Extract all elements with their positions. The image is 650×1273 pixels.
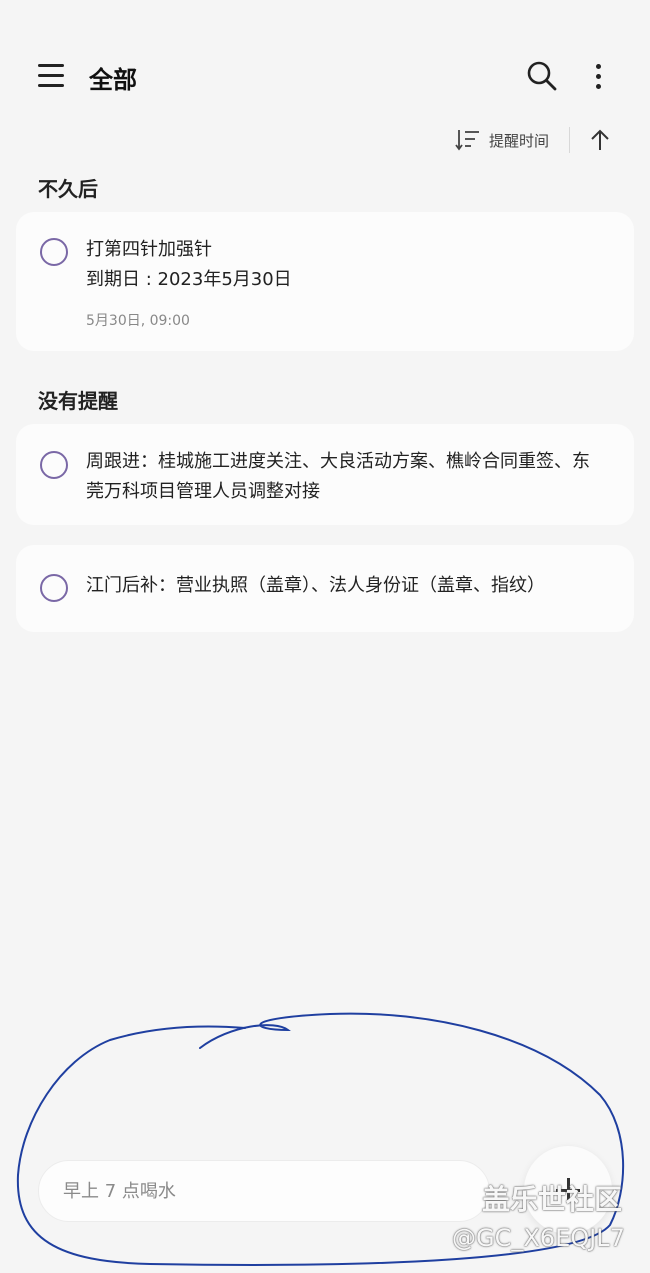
hamburger-menu-icon[interactable] [36, 62, 66, 90]
task-reminder-time: 5月30日, 09:00 [86, 313, 190, 329]
sort-by-button[interactable]: 提醒时间 [455, 126, 549, 154]
arrow-up-icon[interactable] [588, 126, 612, 154]
watermark-text: 盖乐世社区 [482, 1183, 623, 1216]
page-title: 全部 [89, 66, 137, 94]
list-item[interactable]: 打第四针加强针 到期日 : 2023年5月30日 5月30日, 09:00 [16, 212, 634, 351]
watermark-handle: @GC_X6EQJL7 [452, 1224, 625, 1252]
divider [569, 127, 570, 153]
list-item[interactable]: 江门后补：营业执照（盖章）、法人身份证（盖章、指纹） [16, 545, 634, 632]
complete-checkbox[interactable] [40, 574, 68, 602]
more-vertical-icon[interactable] [590, 60, 608, 92]
task-title: 打第四针加强针 [86, 239, 212, 260]
section-title-upcoming: 不久后 [38, 177, 98, 201]
sort-label: 提醒时间 [489, 131, 550, 150]
task-title: 江门后补：营业执照（盖章）、法人身份证（盖章、指纹） [86, 575, 545, 596]
complete-checkbox[interactable] [40, 451, 68, 479]
task-due-date: 到期日 : 2023年5月30日 [86, 269, 292, 290]
complete-checkbox[interactable] [40, 238, 68, 266]
list-item[interactable]: 周跟进：桂城施工进度关注、大良活动方案、樵岭合同重签、东莞万科项目管理人员调整对… [16, 424, 634, 525]
app-bar: 全部 [0, 0, 650, 150]
sort-icon [455, 130, 479, 151]
section-title-no-reminder: 没有提醒 [38, 389, 118, 413]
search-icon[interactable] [526, 60, 558, 92]
quick-add-input[interactable] [38, 1160, 490, 1222]
task-title: 周跟进：桂城施工进度关注、大良活动方案、樵岭合同重签、东莞万科项目管理人员调整对… [86, 451, 590, 502]
